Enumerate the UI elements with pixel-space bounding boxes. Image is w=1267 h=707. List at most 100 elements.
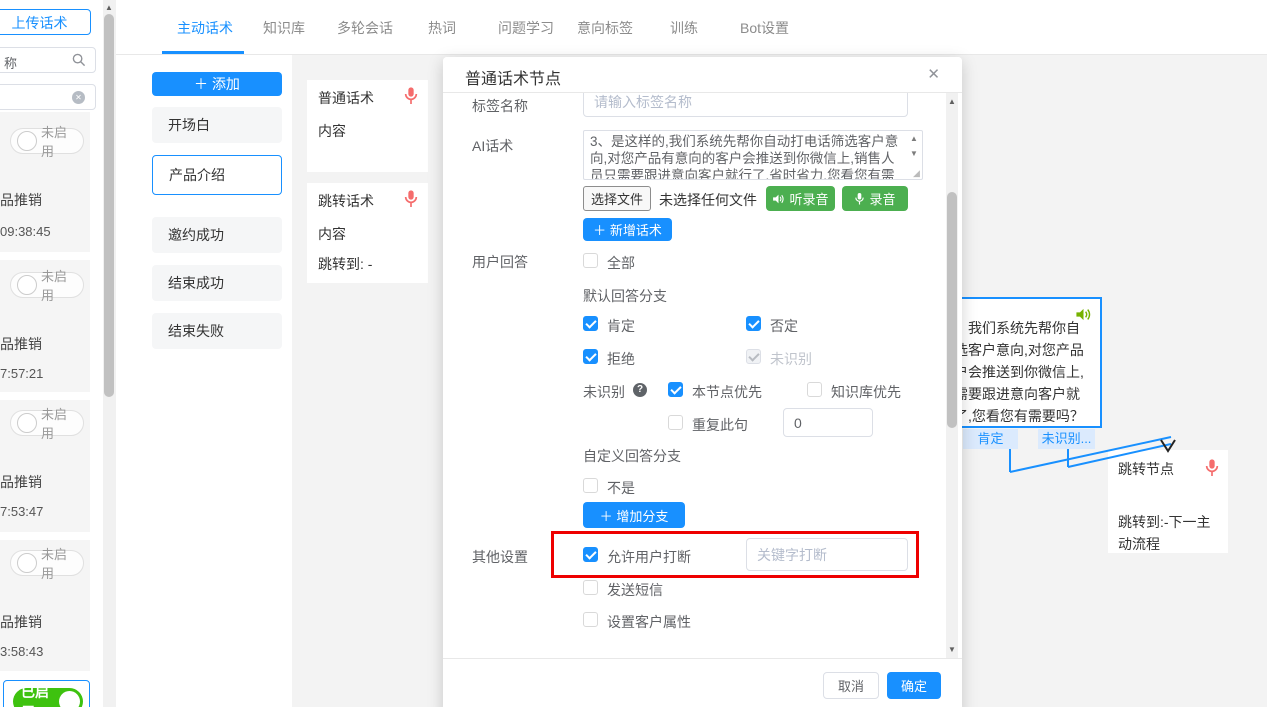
dialog-scrollbar[interactable]: ▲ ▼	[946, 93, 958, 658]
add-branch-button[interactable]: ＋ 增加分支	[583, 502, 685, 528]
left-panel-scrollbar[interactable]: ▲	[103, 0, 116, 707]
search-input[interactable]: 称	[0, 47, 96, 73]
ai-script-label: AI话术	[472, 136, 513, 156]
checkbox-custom-no-label[interactable]: 不是	[607, 478, 635, 498]
script-card[interactable]: 未启用 品推销 3:58:43	[0, 540, 90, 671]
toggle-knob	[17, 275, 37, 295]
tab-bot-settings[interactable]: Bot设置	[740, 18, 789, 38]
scrollbar-thumb[interactable]	[947, 192, 957, 428]
mic-icon[interactable]	[1204, 458, 1220, 478]
tab-hot-words[interactable]: 热词	[428, 18, 456, 38]
checkbox-kb-first-label[interactable]: 知识库优先	[831, 382, 901, 402]
node-card-content: 内容	[318, 224, 346, 244]
checkbox-send-sms-label[interactable]: 发送短信	[607, 580, 663, 600]
script-card[interactable]: 未启用 品推销 09:38:45	[0, 112, 90, 252]
tab-intent-label[interactable]: 意向标签	[577, 18, 633, 38]
scrollbar-thumb[interactable]	[104, 14, 114, 397]
upload-script-button[interactable]: 上传话术	[0, 9, 91, 35]
confirm-button[interactable]: 确定	[887, 672, 941, 699]
help-icon[interactable]: ?	[633, 383, 647, 397]
toggle-knob	[17, 131, 37, 151]
dialog-header: 普通话术节点 ✕	[443, 57, 962, 93]
tab-training[interactable]: 训练	[670, 18, 698, 38]
checkbox-refuse-label[interactable]: 拒绝	[607, 349, 635, 369]
node-card-jump[interactable]: 跳转话术 内容 跳转到: -	[307, 183, 428, 283]
checkbox-kb-first[interactable]	[807, 382, 822, 397]
mic-icon[interactable]	[403, 189, 419, 209]
top-navigation: 主动话术 知识库 多轮会话 热词 问题学习 意向标签 训练 Bot设置	[116, 0, 1267, 55]
clear-icon[interactable]: ✕	[72, 91, 85, 104]
tab-multi-turn[interactable]: 多轮会话	[337, 18, 393, 38]
script-card[interactable]: 未启用 品推销 7:57:21	[0, 260, 90, 392]
scroll-down-icon[interactable]: ▼	[946, 644, 958, 656]
unrecognized-label: 未识别	[583, 382, 625, 402]
tab-active-scripts[interactable]: 主动话术	[177, 18, 233, 38]
mic-icon[interactable]	[403, 86, 419, 106]
checkbox-unrecognized-label: 未识别	[770, 349, 812, 369]
add-stage-button[interactable]: ＋ 添加	[152, 72, 282, 96]
stage-item-opening[interactable]: 开场白	[152, 107, 282, 143]
toggle-label: 未启用	[41, 404, 77, 442]
scroll-up-icon[interactable]: ▲	[946, 96, 958, 108]
search-input-text: 称	[4, 53, 17, 72]
plus-icon: ＋	[593, 223, 606, 238]
enable-toggle[interactable]: 未启用	[10, 550, 84, 576]
checkbox-positive-label[interactable]: 肯定	[607, 316, 635, 336]
checkbox-allow-interrupt[interactable]	[583, 547, 598, 562]
checkbox-repeat-label[interactable]: 重复此句	[692, 415, 748, 435]
tab-knowledge-base[interactable]: 知识库	[263, 18, 305, 38]
checkbox-allow-interrupt-label[interactable]: 允许用户打断	[607, 547, 691, 567]
enable-toggle-on[interactable]: 已启用	[13, 688, 83, 707]
close-icon[interactable]: ✕	[927, 65, 940, 83]
stage-item-end-fail[interactable]: 结束失败	[152, 313, 282, 349]
checkbox-customer-attr-label[interactable]: 设置客户属性	[607, 612, 691, 632]
interrupt-keyword-input[interactable]	[746, 538, 908, 571]
other-settings-label: 其他设置	[472, 547, 528, 567]
listen-recording-button[interactable]: 听录音	[766, 186, 835, 211]
checkbox-custom-no[interactable]	[583, 478, 598, 493]
node-card-normal[interactable]: 普通话术 内容	[307, 80, 428, 172]
checkbox-repeat[interactable]	[668, 415, 683, 430]
scroll-up-icon[interactable]: ▲	[103, 2, 115, 14]
branch-tab-positive[interactable]: 肯定	[963, 429, 1018, 449]
script-card-active[interactable]: 已启用	[3, 680, 90, 707]
stage-item-invite-success[interactable]: 邀约成功	[152, 217, 282, 253]
enable-toggle[interactable]: 未启用	[10, 410, 84, 436]
flow-node-jump[interactable]: 跳转节点 跳转到:-下一主 动流程	[1108, 450, 1228, 553]
checkbox-all[interactable]	[583, 253, 598, 268]
checkbox-negative[interactable]	[746, 316, 761, 331]
checkbox-send-sms[interactable]	[583, 580, 598, 595]
branch-tab-unrecognized[interactable]: 未识别...	[1038, 429, 1095, 449]
textarea-resize-handle[interactable]: ◢	[913, 168, 920, 179]
user-answer-label: 用户回答	[472, 252, 528, 272]
checkbox-all-label[interactable]: 全部	[607, 253, 635, 273]
cancel-button[interactable]: 取消	[823, 672, 879, 699]
add-script-button[interactable]: ＋ 新增话术	[583, 218, 672, 241]
checkbox-node-first[interactable]	[668, 382, 683, 397]
search-icon[interactable]	[72, 53, 86, 67]
repeat-count-input[interactable]	[783, 408, 873, 437]
script-card[interactable]: 未启用 品推销 7:53:47	[0, 400, 90, 532]
stage-item-product-intro[interactable]: 产品介绍	[152, 155, 282, 195]
checkbox-node-first-label[interactable]: 本节点优先	[692, 382, 762, 402]
script-card-time: 09:38:45	[0, 224, 51, 239]
checkbox-positive[interactable]	[583, 316, 598, 331]
textarea-scroll-down-icon[interactable]: ▼	[910, 149, 918, 158]
enable-toggle[interactable]: 未启用	[10, 128, 84, 154]
jump-node-title: 跳转节点	[1118, 459, 1174, 479]
checkbox-refuse[interactable]	[583, 349, 598, 364]
app-screen: 我们系统先帮你自 选客户意向,对您产品 户会推送到你微信上, 需要跟进意向客户就…	[0, 0, 1267, 707]
checkbox-negative-label[interactable]: 否定	[770, 316, 798, 336]
script-card-name: 品推销	[0, 334, 42, 354]
textarea-scroll-up-icon[interactable]: ▲	[910, 134, 918, 143]
mic-icon	[854, 192, 865, 206]
choose-file-button[interactable]: 选择文件	[583, 186, 651, 211]
checkbox-customer-attr[interactable]	[583, 612, 598, 627]
ai-script-textarea[interactable]: 3、是这样的,我们系统先帮你自动打电话筛选客户意向,对您产品有意向的客户会推送到…	[583, 130, 923, 180]
stage-item-end-success[interactable]: 结束成功	[152, 265, 282, 301]
enable-toggle[interactable]: 未启用	[10, 272, 84, 298]
record-button[interactable]: 录音	[842, 186, 908, 211]
flow-node-script[interactable]: 我们系统先帮你自 选客户意向,对您产品 户会推送到你微信上, 需要跟进意向客户就…	[940, 297, 1102, 428]
tab-question-learning[interactable]: 问题学习	[498, 18, 554, 38]
filter-input[interactable]: ✕	[0, 84, 96, 110]
